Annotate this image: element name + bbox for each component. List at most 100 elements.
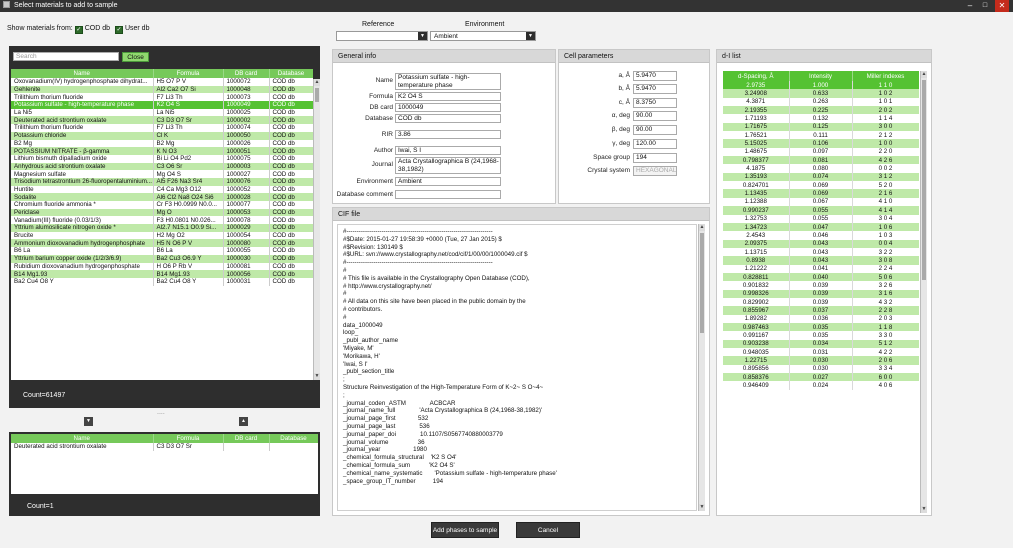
column-header[interactable]: Database — [269, 69, 313, 78]
table-row[interactable]: 2.9735 1.000 1 1 0 — [723, 81, 919, 90]
table-row[interactable]: 4.3871 0.263 1 0 1 — [723, 97, 919, 107]
splitter-handle[interactable]: .... — [157, 409, 165, 416]
scroll-down-icon[interactable]: ▼ — [314, 373, 320, 380]
environment-dropdown[interactable]: Ambient ▼ — [430, 31, 536, 41]
field-value[interactable]: Ambient — [395, 177, 501, 186]
table-row[interactable]: Oxovanadium(IV) hydrogenphosphate dihydr… — [11, 78, 313, 86]
reference-dropdown[interactable]: ▼ — [336, 31, 428, 41]
field-value[interactable]: K2 O4 S — [395, 92, 501, 101]
table-row[interactable]: 1.34723 0.047 1 0 6 — [723, 222, 919, 232]
table-row[interactable]: 1.13715 0.043 3 2 2 — [723, 247, 919, 257]
table-row[interactable]: 1.71675 0.125 3 0 0 — [723, 122, 919, 132]
scroll-down-icon[interactable]: ▼ — [699, 504, 705, 511]
column-header[interactable]: Miller indexes — [852, 71, 919, 81]
scroll-down-icon[interactable]: ▼ — [921, 506, 927, 513]
table-row[interactable]: Yttrium alumosilicate nitrogen oxide * Al… — [11, 224, 313, 232]
table-row[interactable]: Potassium sulfate - high-temperature pha… — [11, 101, 313, 109]
table-row[interactable]: 1.48675 0.097 2 2 0 — [723, 147, 919, 157]
table-row[interactable]: Vanadium(III) fluoride (0.03/1/3) F3 H0.0… — [11, 216, 313, 225]
scroll-up-icon[interactable]: ▲ — [314, 79, 320, 86]
table-row[interactable]: POTASSIUM NITRATE - β-gamma K N O3 1000051… — [11, 147, 313, 155]
d-i-scrollbar[interactable]: ▲ ▼ — [920, 71, 927, 513]
table-row[interactable]: 0.987463 0.035 1 1 8 — [723, 322, 919, 332]
column-header[interactable]: d-Spacing, Å — [723, 71, 790, 81]
table-row[interactable]: 2.09375 0.043 0 0 4 — [723, 239, 919, 248]
table-row[interactable]: Trisodium tetrastrontium 26-fluoropental… — [11, 177, 313, 186]
table-row[interactable]: Potassium chloride Cl K 1000050 COD db — [11, 131, 313, 140]
table-row[interactable]: 1.13435 0.069 2 1 6 — [723, 189, 919, 198]
table-row[interactable]: 1.32753 0.055 3 0 4 — [723, 214, 919, 223]
table-row[interactable]: B6 La B6 La 1000055 COD db — [11, 247, 313, 255]
table-row[interactable]: Brucite H2 Mg O2 1000054 COD db — [11, 231, 313, 240]
field-value[interactable]: 1000049 — [395, 103, 501, 112]
table-row[interactable]: 4.1875 0.080 0 0 2 — [723, 164, 919, 173]
table-row[interactable]: 1.71193 0.132 1 1 4 — [723, 114, 919, 123]
column-header[interactable]: Name — [11, 69, 154, 78]
table-row[interactable]: 0.828811 0.040 5 0 6 — [723, 272, 919, 282]
field-value[interactable]: 120.00 — [633, 139, 677, 149]
maximize-button[interactable]: □ — [978, 0, 992, 12]
user-db-checkbox[interactable]: ✓ — [114, 26, 123, 34]
table-row[interactable]: 0.946409 0.024 4 0 6 — [723, 381, 919, 390]
table-row[interactable]: Lithium bismuth dipalladium oxide Bi Li O… — [11, 154, 313, 163]
table-row[interactable]: 0.858376 0.027 6 0 0 — [723, 373, 919, 382]
column-header[interactable]: Name — [11, 434, 154, 443]
field-value[interactable]: 3.86 — [395, 130, 501, 139]
table-row[interactable]: 1.89282 0.036 2 0 3 — [723, 314, 919, 323]
scroll-up-icon[interactable]: ▲ — [921, 71, 927, 78]
table-row[interactable]: 0.901832 0.039 3 2 6 — [723, 281, 919, 290]
field-value[interactable]: 90.00 — [633, 111, 677, 121]
column-header[interactable]: Database — [269, 434, 318, 443]
column-header[interactable]: DB card — [223, 434, 270, 443]
table-row[interactable]: 0.998326 0.039 3 1 6 — [723, 289, 919, 298]
field-value[interactable]: Potassium sulfate - high-temperature pha… — [395, 73, 501, 90]
table-row[interactable]: Ammonium dioxovanadium hydrogenphosphate… — [11, 239, 313, 248]
move-down-button[interactable]: ▼ — [84, 417, 93, 426]
scroll-thumb[interactable] — [700, 233, 704, 333]
table-row[interactable]: B2 Mg B2 Mg 1000026 COD db — [11, 139, 313, 148]
scroll-thumb[interactable] — [922, 80, 926, 280]
table-row[interactable]: 1.22715 0.030 2 0 6 — [723, 356, 919, 365]
table-row[interactable]: 0.798377 0.081 4 2 6 — [723, 156, 919, 165]
field-value[interactable]: COD db — [395, 114, 501, 123]
materials-scrollbar[interactable]: ▲ ▼ — [313, 79, 320, 380]
cancel-button[interactable]: Cancel — [516, 522, 580, 538]
table-row[interactable]: 1.21222 0.041 2 2 4 — [723, 264, 919, 273]
field-value[interactable]: HEXAGONAL — [633, 166, 677, 176]
table-row[interactable]: Periclase Mg O 1000053 COD db — [11, 208, 313, 217]
table-row[interactable]: 0.829902 0.039 4 3 2 — [723, 297, 919, 307]
table-row[interactable]: Chromium fluoride ammonia * Cr F3 H0.0999… — [11, 201, 313, 209]
table-row[interactable]: 3.24908 0.633 1 0 2 — [723, 89, 919, 98]
table-row[interactable]: 0.903238 0.034 5 1 2 — [723, 339, 919, 348]
scroll-thumb[interactable] — [315, 88, 319, 102]
table-row[interactable]: 0.855967 0.037 2 2 8 — [723, 306, 919, 315]
table-row[interactable]: 0.991167 0.035 3 3 0 — [723, 331, 919, 340]
table-row[interactable]: 0.948035 0.031 4 2 2 — [723, 348, 919, 357]
table-row[interactable]: Trilithium thorium fluoride F7 Li3 Th 1000… — [11, 93, 313, 102]
field-value[interactable]: 5.9470 — [633, 84, 677, 94]
field-value[interactable]: 90.00 — [633, 125, 677, 135]
table-row[interactable]: 1.76521 0.111 2 1 2 — [723, 131, 919, 140]
search-close-button[interactable]: Close — [122, 52, 149, 62]
table-row[interactable]: Rubidium dioxovanadium hydrogenphosphate… — [11, 262, 313, 271]
table-row[interactable]: B14 Mg1.93 B14 Mg1.93 1000056 COD db — [11, 270, 313, 278]
close-window-button[interactable]: ✕ — [995, 0, 1009, 12]
table-row[interactable]: Anhydrous acid strontium oxalate C3 O6 Sr… — [11, 162, 313, 171]
cif-text[interactable]: #---------------------------------------… — [337, 224, 697, 511]
minimize-button[interactable]: – — [963, 0, 977, 12]
table-row[interactable]: 0.824701 0.069 5 2 0 — [723, 181, 919, 190]
table-row[interactable]: 2.19355 0.225 2 0 2 — [723, 106, 919, 115]
field-value[interactable]: Acta Crystallographica B (24,1968-38,198… — [395, 157, 501, 174]
table-row[interactable]: 0.895856 0.030 3 3 4 — [723, 364, 919, 374]
add-phases-button[interactable]: Add phases to sample — [431, 522, 499, 538]
cod-db-checkbox[interactable]: ✓ — [74, 26, 83, 34]
table-row[interactable]: 1.12388 0.067 4 1 0 — [723, 197, 919, 207]
cif-scrollbar[interactable]: ▲ ▼ — [698, 224, 705, 511]
table-row[interactable]: La Ni5 La Ni5 1000025 COD db — [11, 108, 313, 117]
search-input[interactable]: Search — [13, 52, 119, 61]
column-header[interactable]: Formula — [153, 69, 224, 78]
table-row[interactable]: Yttrium barium copper oxide (1/2/3/6.9) B… — [11, 254, 313, 263]
table-row[interactable]: Trilithium thorium fluoride F7 Li3 Th 1000… — [11, 124, 313, 132]
column-header[interactable]: Intensity — [789, 71, 853, 81]
table-row[interactable]: 1.35193 0.074 3 1 2 — [723, 172, 919, 182]
